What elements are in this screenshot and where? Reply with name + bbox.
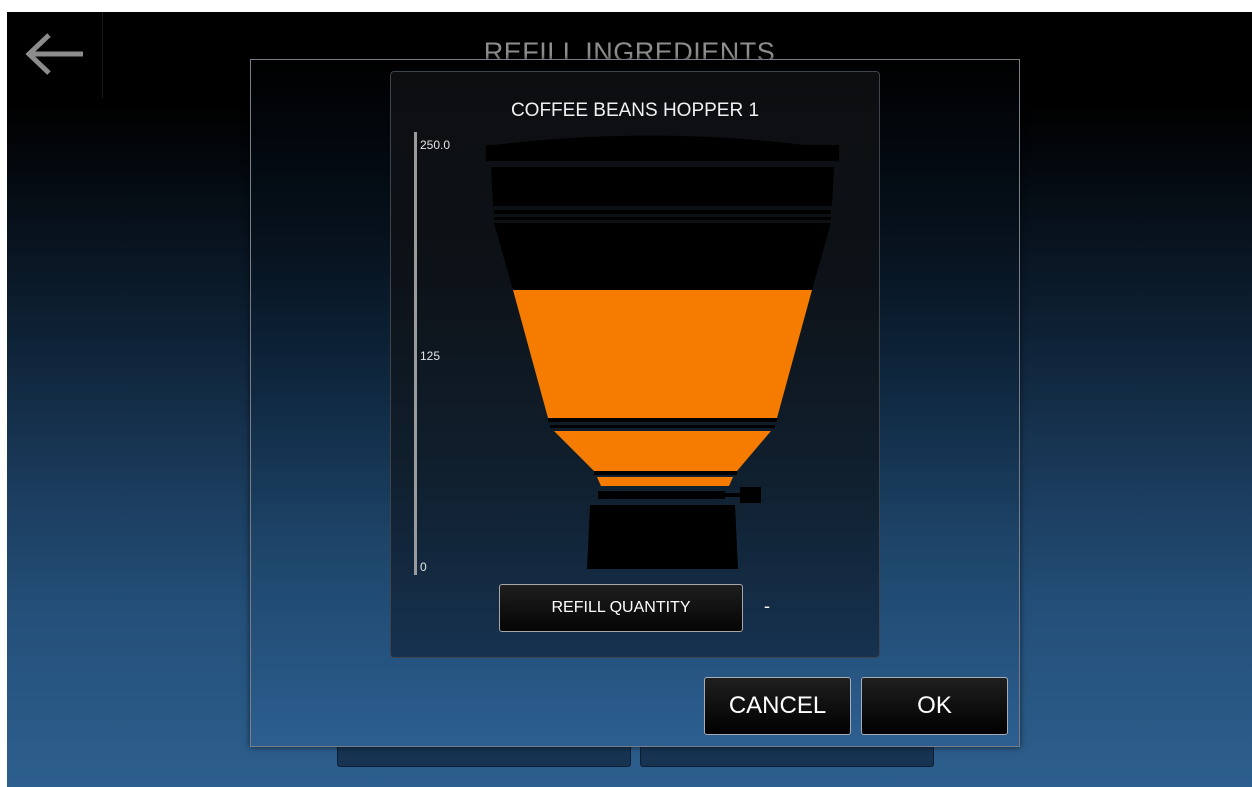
refill-quantity-value: - [764, 596, 770, 616]
refill-dialog: COFFEE BEANS HOPPER 1 250.0 125 0 REFILL… [250, 59, 1020, 747]
screen: REFILL INGREDIENTS COFFEE BEANS HOPPER 1… [7, 12, 1252, 787]
hopper-fill [554, 431, 771, 471]
hopper-fill [513, 290, 812, 418]
refill-quantity-button[interactable]: REFILL QUANTITY [499, 584, 743, 632]
hopper-panel: COFFEE BEANS HOPPER 1 250.0 125 0 REFILL… [390, 71, 880, 658]
hopper-fill [597, 477, 733, 486]
ok-button[interactable]: OK [861, 677, 1008, 735]
cancel-button[interactable]: CANCEL [704, 677, 851, 735]
hopper-illustration [486, 135, 839, 569]
